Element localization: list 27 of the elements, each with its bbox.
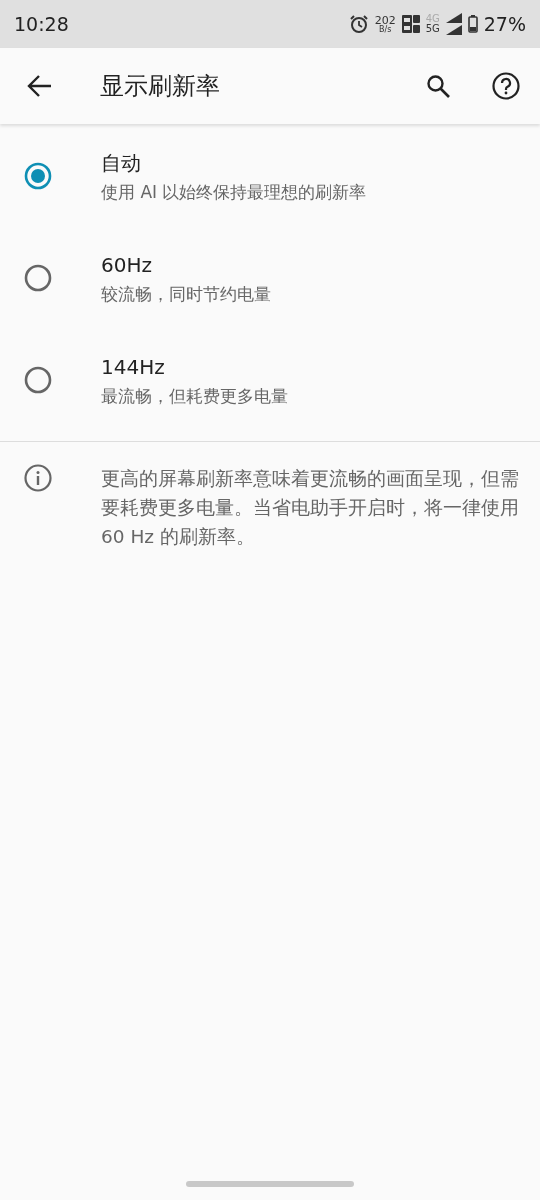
help-icon[interactable] <box>492 72 520 100</box>
battery-icon <box>467 15 478 33</box>
speed-unit: B/s <box>378 25 392 34</box>
page-title: 显示刷新率 <box>100 71 221 102</box>
radio-button[interactable] <box>24 264 52 292</box>
option-description: 较流畅，同时节约电量 <box>101 283 271 306</box>
refresh-rate-option[interactable]: 60Hz 较流畅，同时节约电量 <box>0 242 540 344</box>
refresh-rate-option[interactable]: 自动 使用 AI 以始终保持最理想的刷新率 <box>0 140 540 242</box>
info-icon <box>24 464 52 492</box>
network-type: 5G <box>425 24 440 34</box>
option-label: 60Hz <box>101 252 153 279</box>
search-icon[interactable] <box>426 74 450 98</box>
option-description: 最流畅，但耗费更多电量 <box>101 385 288 408</box>
radio-button[interactable] <box>24 162 52 190</box>
option-label: 自动 <box>101 150 142 177</box>
option-description: 使用 AI 以始终保持最理想的刷新率 <box>101 181 367 204</box>
dual-sim-icon <box>401 14 420 34</box>
info-text: 更高的屏幕刷新率意味着更流畅的画面呈现，但需要耗费更多电量。当省电助手开启时，将一律使用 60 Hz 的刷新率。 <box>101 467 519 549</box>
option-label: 144Hz <box>101 354 166 381</box>
speed-value: 202 <box>374 14 396 26</box>
back-arrow-icon[interactable] <box>26 74 52 98</box>
clock-time: 10:28 <box>14 13 69 35</box>
radio-button[interactable] <box>24 366 52 394</box>
battery-percent: 27% <box>483 13 526 35</box>
refresh-rate-option[interactable]: 144Hz 最流畅，但耗费更多电量 <box>0 344 540 446</box>
signal-icon <box>445 13 462 35</box>
alarm-icon <box>348 14 369 34</box>
